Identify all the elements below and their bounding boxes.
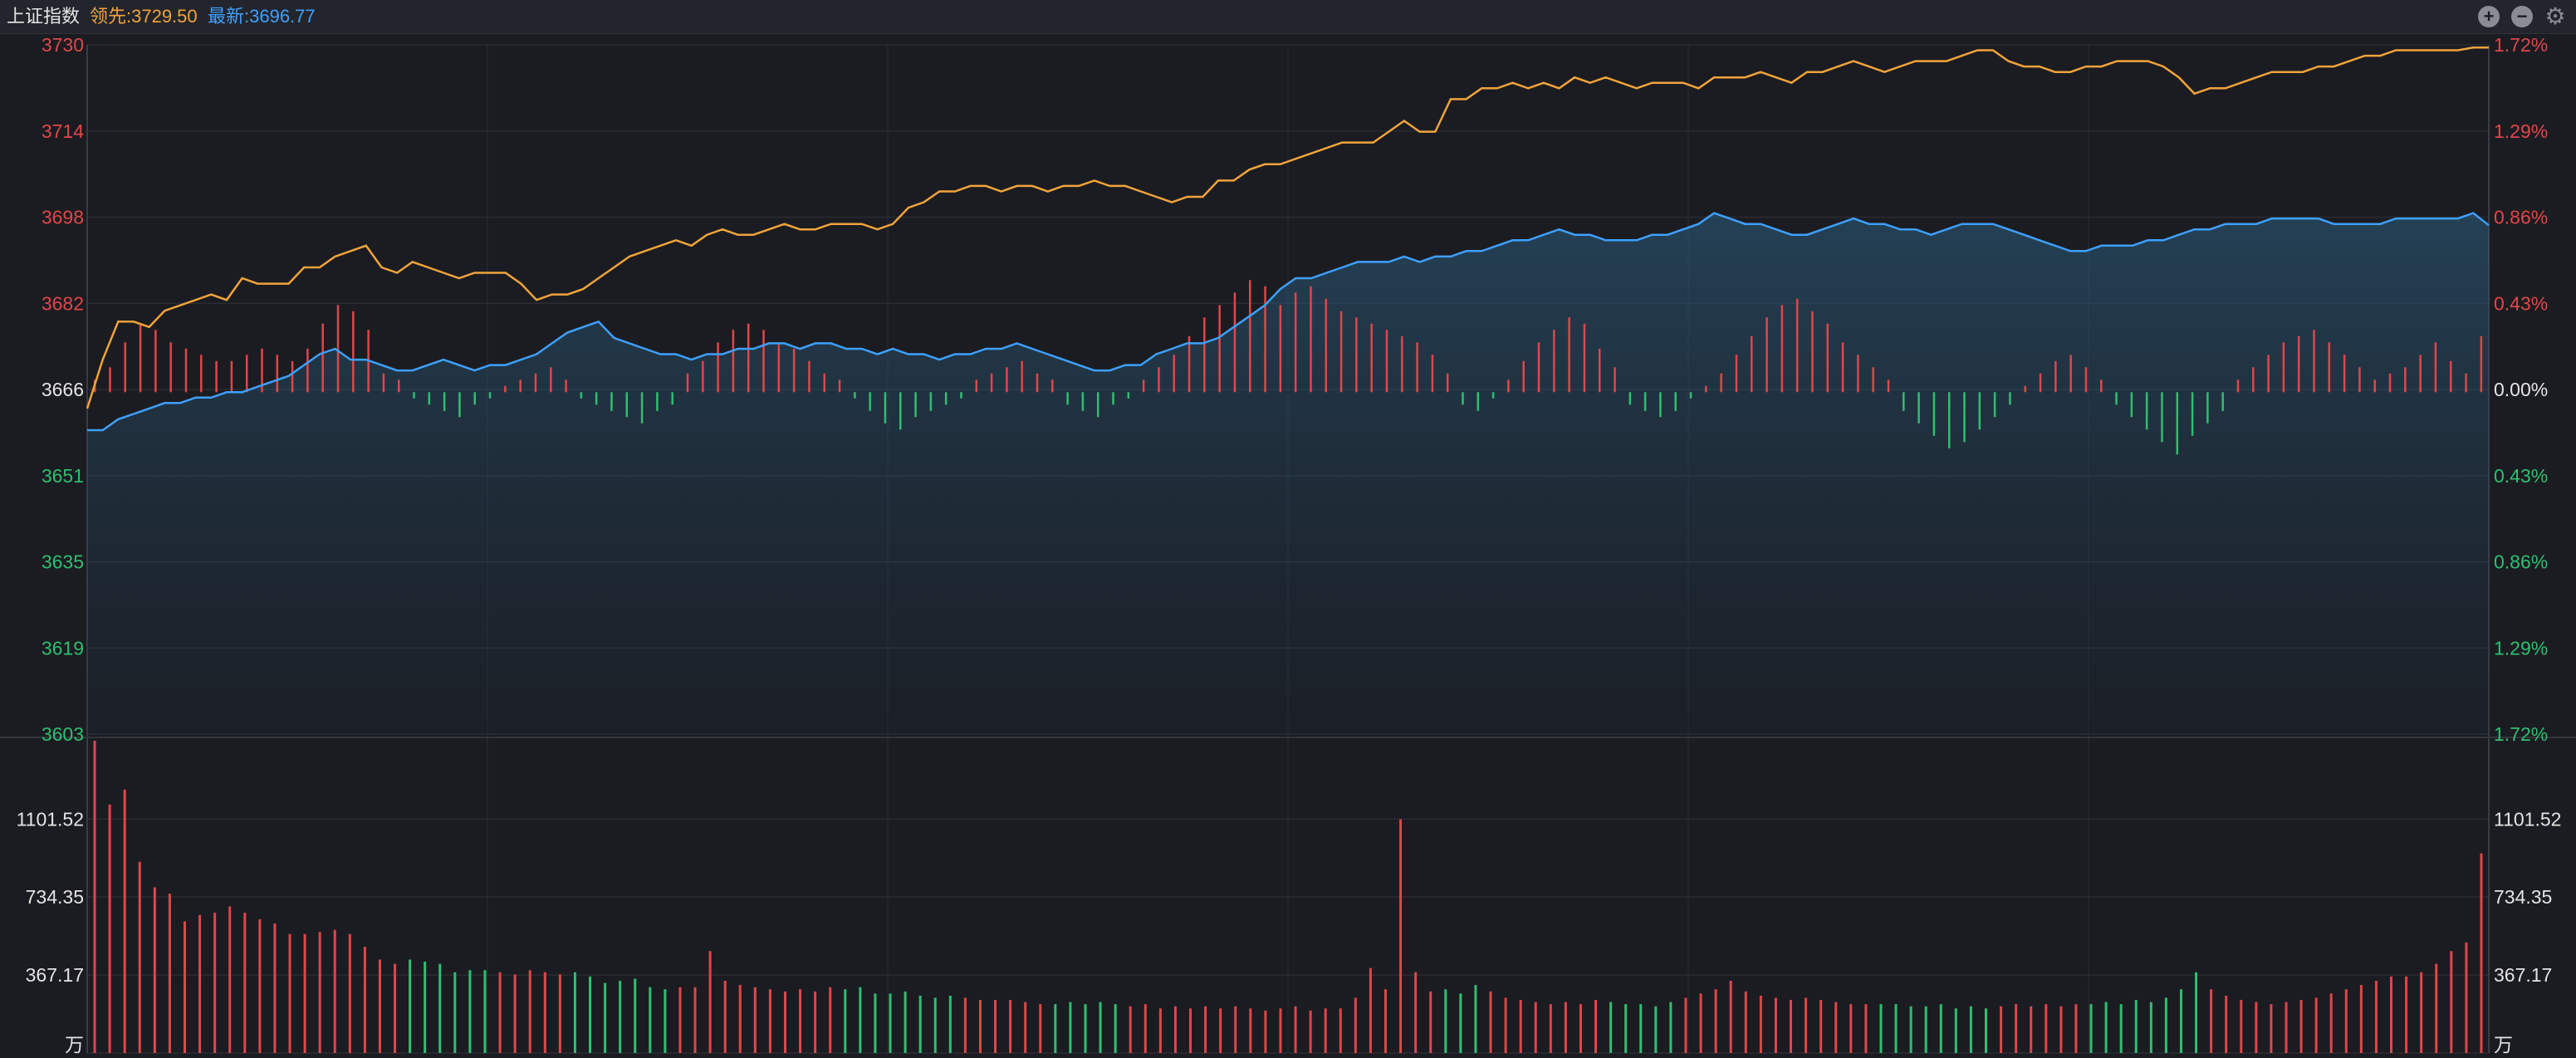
- latest-area-fill: [87, 213, 2489, 735]
- volume-tick-label: 1101.52: [2494, 808, 2561, 830]
- price-tick-label: 3714: [42, 120, 84, 142]
- price-tick-label: 3682: [42, 292, 84, 314]
- volume-tick-label: 万: [65, 1034, 84, 1056]
- volume-tick-label: 367.17: [26, 964, 84, 986]
- volume-tick-label: 367.17: [2494, 964, 2552, 986]
- price-tick-label: 3698: [42, 207, 84, 228]
- pct-tick-label: 1.72%: [2494, 34, 2548, 56]
- price-tick-label: 3603: [42, 723, 84, 745]
- volume-tick-label: 万: [2494, 1034, 2513, 1056]
- price-tick-label: 3635: [42, 551, 84, 573]
- pct-tick-label: 1.72%: [2494, 723, 2548, 745]
- pct-tick-label: 0.86%: [2494, 551, 2548, 573]
- price-tick-label: 3651: [42, 465, 84, 487]
- chart-area[interactable]: 3730 3714 3698 3682 3666 3651 3635 3619 3603 1.72…: [0, 0, 2576, 1058]
- pct-tick-label: 0.86%: [2494, 207, 2548, 228]
- volume-tick-label: 734.35: [2494, 886, 2552, 908]
- pct-tick-label: 1.29%: [2494, 637, 2548, 659]
- volume-tick-label: 734.35: [26, 886, 84, 908]
- pct-tick-label: 0.43%: [2494, 292, 2548, 314]
- pct-tick-label: 1.29%: [2494, 120, 2548, 142]
- price-tick-label: 3619: [42, 637, 84, 659]
- price-tick-label: 3730: [42, 34, 84, 56]
- volume-tick-label: 1101.52: [17, 808, 84, 830]
- pct-tick-label: 0.00%: [2494, 379, 2548, 400]
- price-tick-label: 3666: [42, 379, 84, 400]
- pct-tick-label: 0.43%: [2494, 465, 2548, 487]
